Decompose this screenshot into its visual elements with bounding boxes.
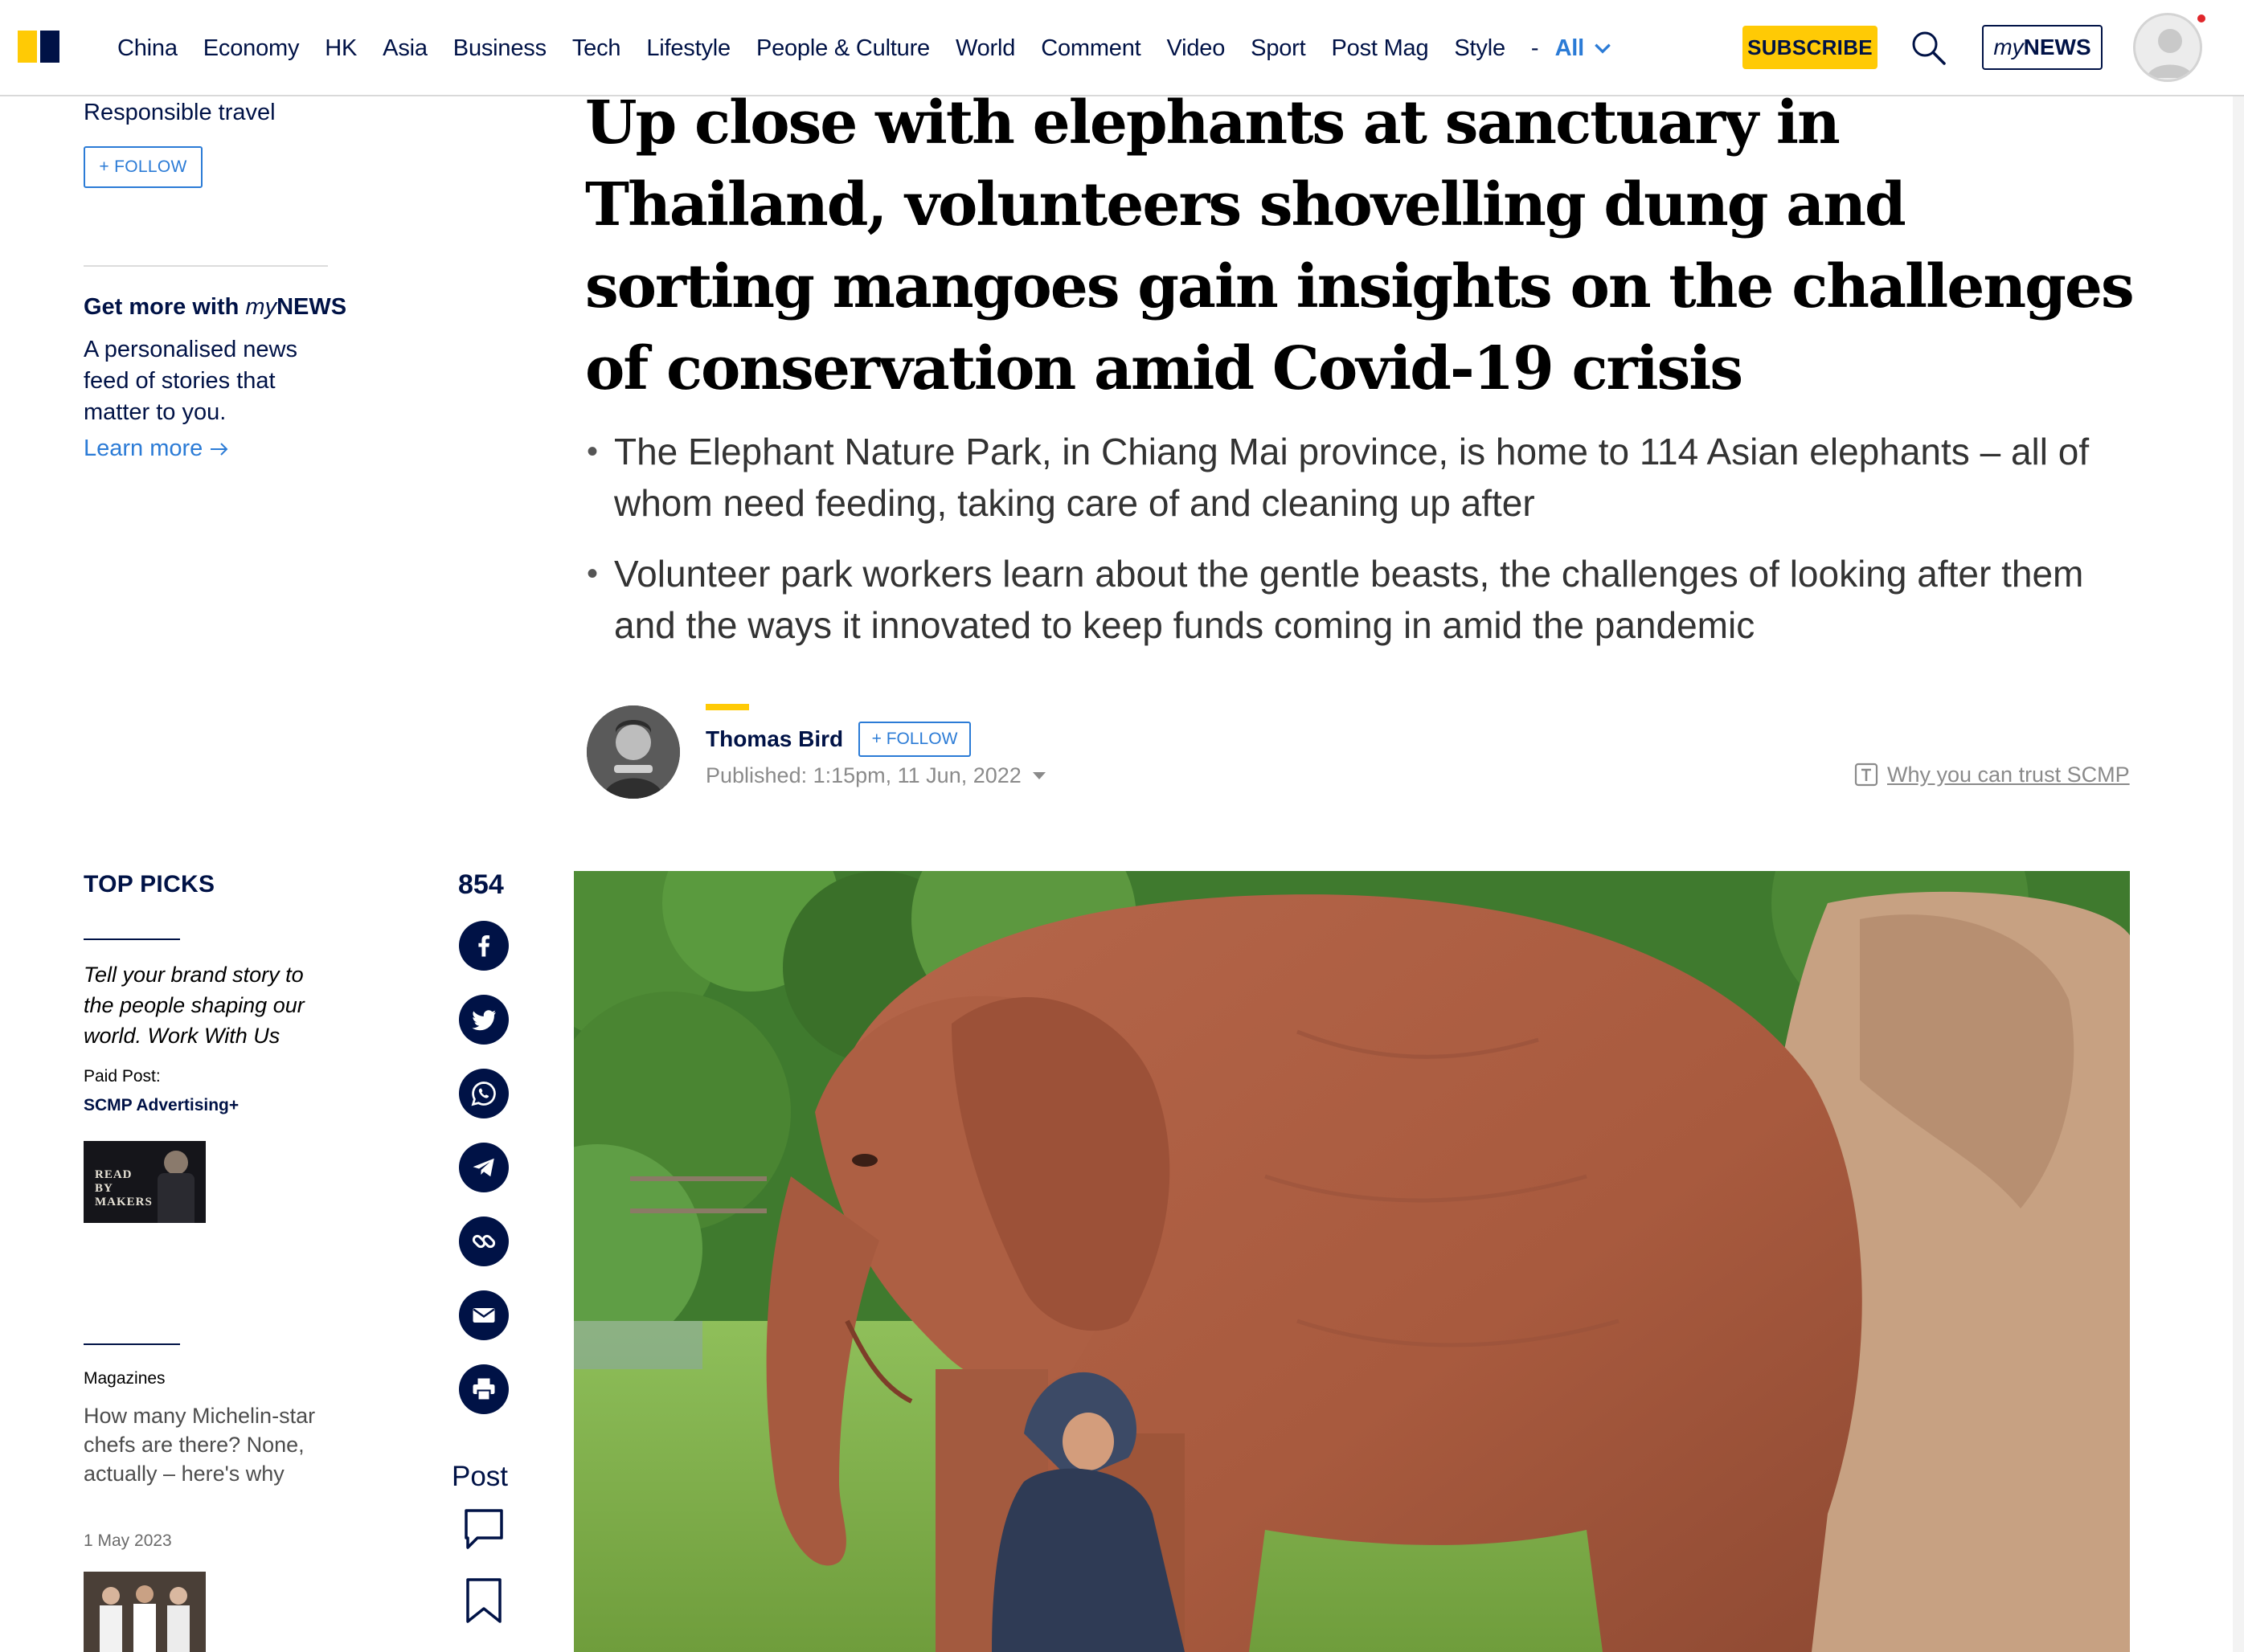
mynews-promo-description: A personalised news feed of stories that… [84,337,297,425]
summary-bullet: Volunteer park workers learn about the g… [585,548,2136,651]
search-icon[interactable] [1910,29,1947,66]
nav-link-style[interactable]: Style [1454,35,1505,62]
nav-link-business[interactable]: Business [453,35,547,62]
learn-more-text: Learn more [84,435,203,461]
chevron-down-icon[interactable] [1592,38,1613,59]
logo-navy-block [40,31,59,63]
nav-link-asia[interactable]: Asia [383,35,428,62]
trust-badge-icon [1854,763,1878,787]
article-hero-image[interactable] [574,871,2130,1652]
print-button[interactable] [459,1364,509,1414]
paid-post-thumbnail[interactable]: READ BY MAKERS [84,1141,206,1223]
user-icon [2147,29,2193,78]
section-nav: China Economy HK Asia Business Tech Life… [117,31,1613,66]
nav-link-comment[interactable]: Comment [1041,35,1141,62]
nav-link-post-mag[interactable]: Post Mag [1332,35,1429,62]
article-summary: The Elephant Nature Park, in Chiang Mai … [585,426,2136,670]
bookmark-icon[interactable] [463,1576,505,1625]
author-name[interactable]: Thomas Bird [706,726,843,752]
twitter-icon [472,1010,496,1031]
post-label: Post [452,1461,509,1492]
magazine-story-headline[interactable]: How many Michelin-star chefs are there? … [84,1401,325,1488]
scrollbar-track[interactable] [2233,96,2244,1652]
nav-link-tech[interactable]: Tech [572,35,621,62]
topic-name[interactable]: Responsible travel [84,100,276,126]
thumbnail-text: READ BY MAKERS [95,1168,153,1208]
mynews-button[interactable]: my NEWS [1982,25,2103,70]
whatsapp-icon [471,1082,496,1106]
user-avatar[interactable] [2133,13,2202,82]
learn-more-link[interactable]: Learn more [84,435,230,462]
arrow-right-icon [211,443,228,456]
nav-link-lifestyle[interactable]: Lifestyle [646,35,731,62]
mynews-promo-title: Get more with myNEWS [84,294,346,321]
comment-icon[interactable] [461,1506,506,1551]
nav-link-video[interactable]: Video [1167,35,1226,62]
thumbnail-person-body [158,1173,195,1223]
trust-scmp-link[interactable]: Why you can trust SCMP [1853,762,2130,787]
nav-link-hk[interactable]: HK [325,35,357,62]
magazines-rule [84,1343,180,1345]
nav-all-menu[interactable]: All [1555,35,1585,62]
chefs-photo [84,1572,206,1652]
article-headline: Up close with elephants at sanctuary in … [585,88,2135,403]
author-follow-button[interactable]: + FOLLOW [858,722,971,757]
promo-title-news: NEWS [276,294,347,320]
subscribe-button[interactable]: SUBSCRIBE [1742,26,1878,69]
print-icon [473,1378,495,1401]
scmp-logo[interactable] [18,31,59,63]
nav-link-sport[interactable]: Sport [1251,35,1306,62]
telegram-share-button[interactable] [459,1143,509,1192]
paid-post-source[interactable]: SCMP Advertising+ [84,1096,239,1115]
logo-yellow-block [18,31,37,63]
nav-link-economy[interactable]: Economy [203,35,300,62]
mynews-news-text: NEWS [2023,35,2091,59]
magazine-story-date: 1 May 2023 [84,1531,172,1550]
author-accent-bar [706,704,749,710]
whatsapp-share-button[interactable] [459,1069,509,1118]
telegram-icon [473,1158,494,1177]
published-text: Published: 1:15pm, 11 Jun, 2022 [706,763,1022,787]
elephant-photo [574,871,2130,1652]
facebook-icon [478,934,490,957]
twitter-share-button[interactable] [459,995,509,1045]
sidebar-divider [84,265,328,267]
copy-link-button[interactable] [459,1217,509,1266]
nav-link-china[interactable]: China [117,35,178,62]
top-picks-heading: TOP PICKS [84,871,215,898]
promo-title-prefix: Get more with [84,294,246,320]
topic-follow-button[interactable]: + FOLLOW [84,146,203,188]
facebook-share-button[interactable] [459,921,509,971]
author-photo [587,705,680,799]
thumbnail-person-head [164,1151,188,1175]
trust-link-text: Why you can trust SCMP [1887,762,2130,787]
published-date[interactable]: Published: 1:15pm, 11 Jun, 2022 [706,763,1046,788]
paid-post-label: Paid Post: [84,1067,161,1086]
email-icon [473,1308,495,1323]
top-picks-rule [84,938,180,940]
notification-dot [2197,14,2205,22]
magazines-label: Magazines [84,1369,166,1388]
promo-title-my: my [245,294,277,320]
nav-link-world[interactable]: World [956,35,1015,62]
mynews-my-text: my [1993,35,2024,59]
magazine-story-thumbnail[interactable] [84,1572,206,1652]
nav-separator: - [1530,35,1539,61]
comment-count[interactable]: 854 [458,869,504,901]
top-pick-headline[interactable]: Tell your brand story to the people shap… [84,959,325,1051]
author-avatar[interactable] [587,705,680,799]
nav-link-people-culture[interactable]: People & Culture [756,35,930,62]
email-share-button[interactable] [459,1290,509,1340]
summary-bullet: The Elephant Nature Park, in Chiang Mai … [585,426,2136,529]
link-icon [472,1234,496,1249]
caret-down-icon [1032,772,1046,779]
